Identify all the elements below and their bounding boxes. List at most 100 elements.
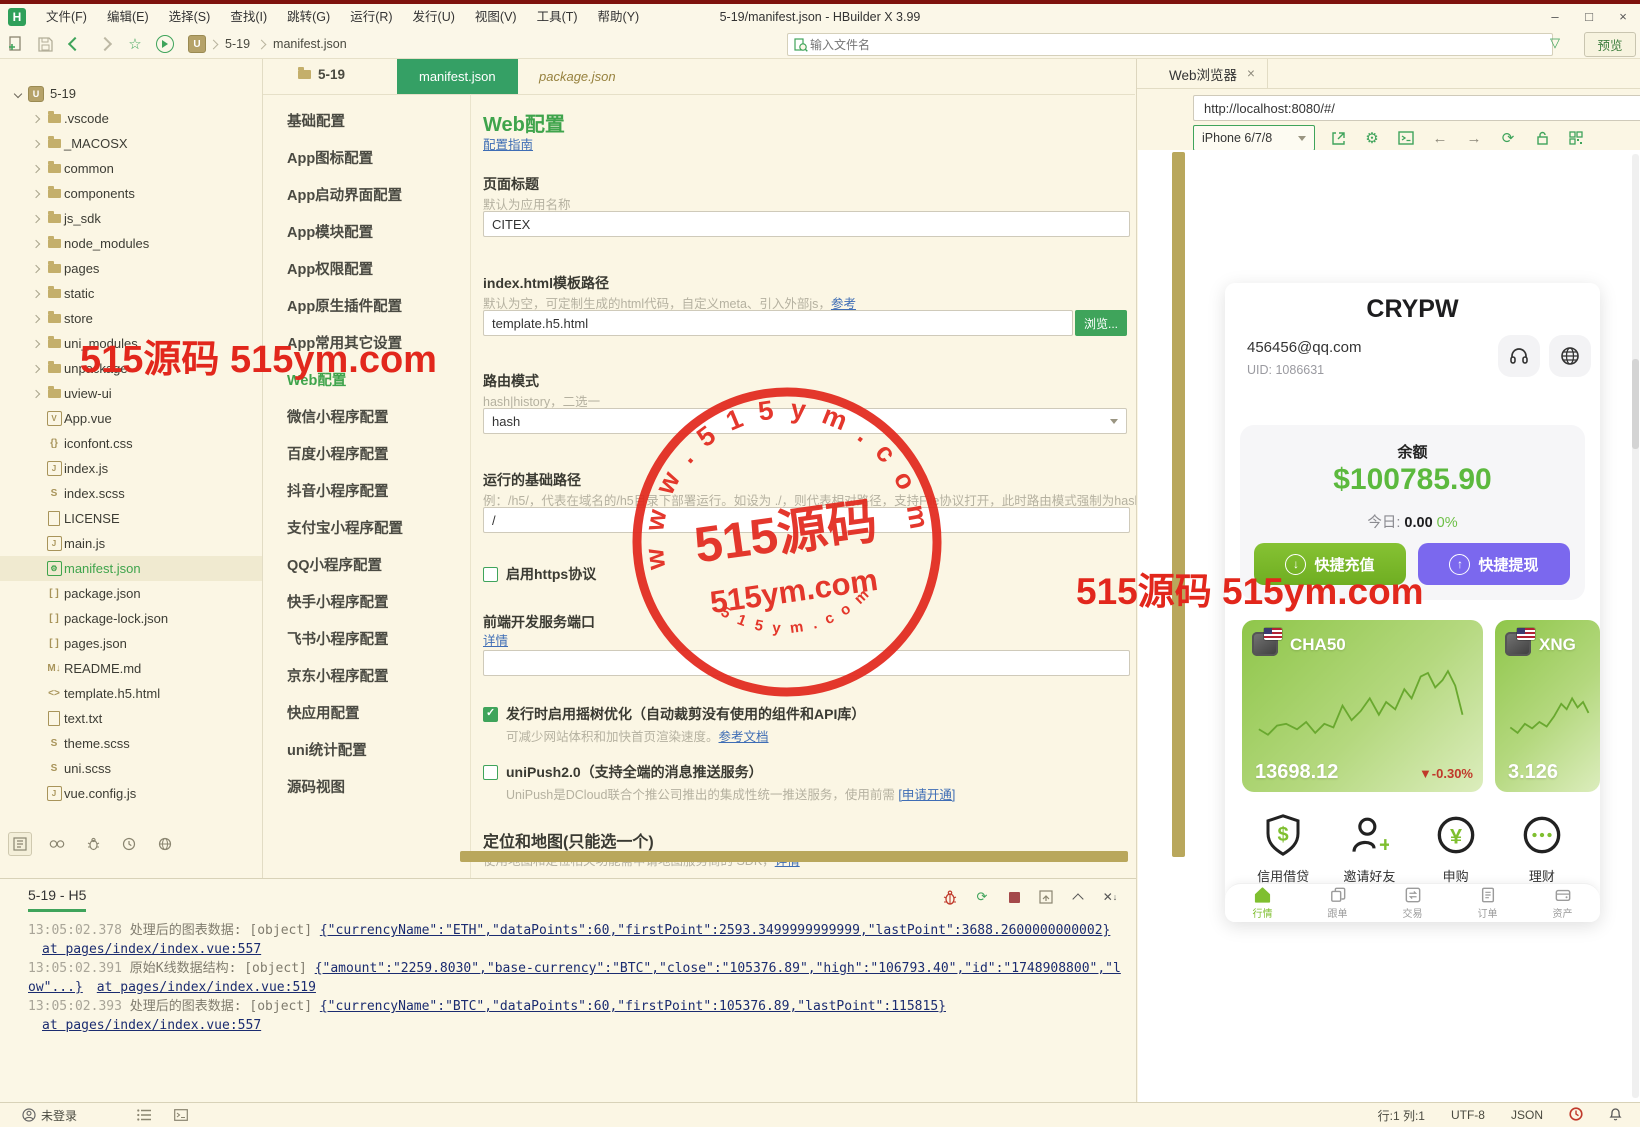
base-path-input[interactable] bbox=[483, 507, 1130, 533]
vertical-scrollbar[interactable] bbox=[1172, 152, 1185, 857]
chevron-right-icon[interactable] bbox=[28, 166, 44, 172]
checkbox-checked-icon[interactable] bbox=[483, 707, 498, 722]
menu-file[interactable]: 文件(F) bbox=[36, 4, 97, 30]
collapse-console-icon[interactable] bbox=[1070, 889, 1086, 905]
preview-button[interactable]: 预览 bbox=[1584, 32, 1636, 57]
history-clock-icon[interactable] bbox=[1569, 1107, 1583, 1124]
log-source-link[interactable]: at pages/index/index.vue:519 bbox=[97, 980, 316, 995]
project-folder-label[interactable]: 5-19 bbox=[298, 67, 345, 82]
back-icon[interactable] bbox=[60, 32, 90, 56]
section-qq-mp[interactable]: QQ小程序配置 bbox=[263, 548, 470, 585]
history-icon[interactable] bbox=[118, 833, 140, 855]
tree-folder-row[interactable]: _MACOSX bbox=[0, 131, 262, 156]
section-quickapp[interactable]: 快应用配置 bbox=[263, 696, 470, 733]
browser-tab[interactable]: Web浏览器 × bbox=[1157, 59, 1268, 88]
find-icon[interactable] bbox=[46, 833, 68, 855]
maximize-button[interactable]: □ bbox=[1572, 4, 1606, 30]
outline-icon[interactable] bbox=[137, 1109, 152, 1121]
section-alipay-mp[interactable]: 支付宝小程序配置 bbox=[263, 511, 470, 548]
unipush-checkbox-row[interactable]: uniPush2.0（支持全端的消息推送服务） bbox=[483, 762, 763, 782]
section-web-config[interactable]: Web配置 bbox=[263, 363, 470, 400]
tree-folder-row[interactable]: components bbox=[0, 181, 262, 206]
horizontal-scrollbar[interactable] bbox=[460, 851, 1128, 862]
explorer-icon[interactable] bbox=[8, 832, 32, 856]
menu-view[interactable]: 视图(V) bbox=[465, 4, 527, 30]
tab-orders[interactable]: 订单 bbox=[1450, 884, 1525, 922]
close-tab-icon[interactable]: × bbox=[1247, 66, 1255, 81]
breadcrumb-file[interactable]: manifest.json bbox=[273, 37, 347, 51]
console-tab[interactable]: 5-19 - H5 bbox=[28, 887, 86, 912]
browse-button[interactable]: 浏览... bbox=[1075, 310, 1127, 336]
section-app-modules[interactable]: App模块配置 bbox=[263, 215, 470, 252]
network-icon[interactable] bbox=[154, 833, 176, 855]
customer-service-button[interactable] bbox=[1498, 335, 1540, 377]
menu-tools[interactable]: 工具(T) bbox=[527, 4, 588, 30]
language-button[interactable] bbox=[1549, 335, 1591, 377]
minimize-button[interactable]: – bbox=[1538, 4, 1572, 30]
debug-icon[interactable] bbox=[82, 833, 104, 855]
tree-root-row[interactable]: U 5-19 bbox=[0, 81, 262, 106]
save-icon[interactable] bbox=[30, 32, 60, 56]
chevron-right-icon[interactable] bbox=[28, 366, 44, 372]
tree-file-row[interactable]: [ ]package.json bbox=[0, 581, 262, 606]
section-app-other[interactable]: App常用其它设置 bbox=[263, 326, 470, 363]
feature-invite-friends[interactable]: + 邀请好友 bbox=[1326, 813, 1412, 885]
section-feishu-mp[interactable]: 飞书小程序配置 bbox=[263, 622, 470, 659]
search-input[interactable] bbox=[808, 37, 1552, 53]
bell-icon[interactable] bbox=[1609, 1106, 1622, 1124]
recharge-button[interactable]: ↓快捷充值 bbox=[1254, 543, 1406, 585]
console-icon[interactable] bbox=[1395, 127, 1417, 149]
url-input[interactable] bbox=[1193, 95, 1640, 121]
tree-file-row[interactable]: [ ]package-lock.json bbox=[0, 606, 262, 631]
tab-manifest-json[interactable]: manifest.json bbox=[397, 59, 518, 94]
log-source-link[interactable]: at pages/index/index.vue:557 bbox=[42, 1018, 261, 1033]
debug-bug-icon[interactable] bbox=[942, 889, 958, 905]
menu-edit[interactable]: 编辑(E) bbox=[97, 4, 159, 30]
section-source-view[interactable]: 源码视图 bbox=[263, 770, 470, 807]
tab-package-json[interactable]: package.json bbox=[525, 59, 630, 94]
login-status[interactable]: 未登录 bbox=[22, 1107, 77, 1124]
tab-trade[interactable]: 交易 bbox=[1375, 884, 1450, 922]
refresh-icon[interactable]: ⟳ bbox=[1497, 127, 1519, 149]
chevron-right-icon[interactable] bbox=[28, 241, 44, 247]
reference-doc-link[interactable]: 参考文档 bbox=[719, 730, 769, 744]
tree-folder-row[interactable]: uview-ui bbox=[0, 381, 262, 406]
tree-folder-row[interactable]: .vscode bbox=[0, 106, 262, 131]
feature-credit-loan[interactable]: $ 信用借贷 bbox=[1240, 813, 1326, 885]
breadcrumb-project[interactable]: 5-19 bbox=[225, 37, 250, 51]
encoding-indicator[interactable]: UTF-8 bbox=[1451, 1108, 1485, 1122]
tree-file-row[interactable]: [ ]pages.json bbox=[0, 631, 262, 656]
tree-folder-row[interactable]: node_modules bbox=[0, 231, 262, 256]
feature-subscribe[interactable]: ¥ 申购 bbox=[1413, 813, 1499, 885]
https-checkbox-row[interactable]: 启用https协议 bbox=[483, 564, 596, 584]
tree-file-row[interactable]: <>template.h5.html bbox=[0, 681, 262, 706]
export-log-icon[interactable] bbox=[1038, 889, 1054, 905]
clear-console-icon[interactable]: ✕↓ bbox=[1102, 889, 1118, 905]
tree-file-row[interactable]: VApp.vue bbox=[0, 406, 262, 431]
preview-scrollbar[interactable] bbox=[1632, 154, 1639, 1098]
restart-icon[interactable]: ⟳ bbox=[974, 889, 990, 905]
chevron-right-icon[interactable] bbox=[28, 316, 44, 322]
log-source-link[interactable]: at pages/index/index.vue:557 bbox=[42, 942, 261, 957]
dev-port-detail-link[interactable]: 详情 bbox=[483, 630, 508, 649]
tree-file-row-selected[interactable]: ⚙manifest.json bbox=[0, 556, 262, 581]
tree-folder-row[interactable]: store bbox=[0, 306, 262, 331]
tree-folder-row[interactable]: static bbox=[0, 281, 262, 306]
tree-file-row[interactable]: LICENSE bbox=[0, 506, 262, 531]
browser-back-icon[interactable]: ← bbox=[1429, 127, 1451, 149]
qrcode-icon[interactable] bbox=[1565, 127, 1587, 149]
dev-port-input[interactable] bbox=[483, 650, 1130, 676]
section-baidu-mp[interactable]: 百度小程序配置 bbox=[263, 437, 470, 474]
chevron-right-icon[interactable] bbox=[28, 341, 44, 347]
section-uni-statistics[interactable]: uni统计配置 bbox=[263, 733, 470, 770]
chevron-down-icon[interactable] bbox=[10, 91, 26, 97]
tree-file-row[interactable]: Jindex.js bbox=[0, 456, 262, 481]
settings-gear-icon[interactable]: ⚙ bbox=[1361, 127, 1383, 149]
syntax-indicator[interactable]: JSON bbox=[1511, 1108, 1543, 1122]
chevron-right-icon[interactable] bbox=[28, 391, 44, 397]
reference-link[interactable]: 参考 bbox=[831, 297, 856, 311]
log-json-link[interactable]: {"currencyName":"ETH","dataPoints":60,"f… bbox=[320, 923, 1111, 938]
terminal-icon[interactable] bbox=[174, 1109, 188, 1121]
tree-file-row[interactable]: Stheme.scss bbox=[0, 731, 262, 756]
device-select[interactable]: iPhone 6/7/8 bbox=[1193, 125, 1315, 151]
